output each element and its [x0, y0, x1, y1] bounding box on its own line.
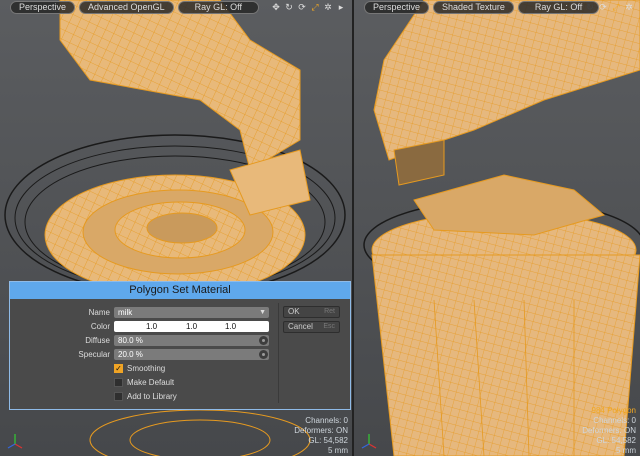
ok-label: OK [288, 307, 300, 316]
color-b-value[interactable]: 1.0 [225, 321, 236, 332]
polygon-set-material-dialog: Polygon Set Material Name milk ▼ Color 1… [9, 281, 351, 410]
right-viewport-stats: 984 Polygon Channels: 0 Deformers: ON GL… [582, 406, 636, 456]
raygl-toggle[interactable]: Ray GL: Off [517, 0, 600, 14]
right-viewport-toolbar: Perspective Shaded Texture Ray GL: Off [354, 0, 640, 14]
right-scene-wireframe[interactable] [354, 0, 640, 456]
deformers-status: Deformers: ON [294, 426, 348, 435]
add-library-label: Add to Library [127, 392, 177, 401]
polygon-count: 984 Polygon [591, 406, 636, 415]
gl-count: GL: 54,582 [596, 436, 636, 445]
eye-icon[interactable] [259, 336, 268, 345]
channels-count: Channels: 0 [305, 416, 348, 425]
axis-gizmo-icon [361, 434, 377, 449]
color-field[interactable]: 1.0 1.0 1.0 [114, 321, 269, 332]
diffuse-field[interactable]: 80.0 % [114, 335, 269, 346]
color-r-value[interactable]: 1.0 [146, 321, 157, 332]
diffuse-value: 80.0 % [118, 336, 143, 345]
specular-field[interactable]: 20.0 % [114, 349, 269, 360]
ok-button[interactable]: OK Ret [283, 306, 340, 318]
name-label: Name [88, 308, 110, 317]
gl-count: GL: 54,582 [308, 436, 348, 445]
specular-label: Specular [78, 350, 110, 359]
specular-value: 20.0 % [118, 350, 143, 359]
cancel-shortcut: Esc [323, 323, 335, 330]
cancel-label: Cancel [288, 322, 313, 331]
chevron-down-icon: ▼ [259, 309, 266, 316]
shading-mode-dropdown[interactable]: Advanced OpenGL [79, 0, 174, 14]
left-viewport-toolbar: Perspective Advanced OpenGL Ray GL: Off [0, 0, 352, 14]
right-viewport[interactable]: Perspective Shaded Texture Ray GL: Off ✥… [354, 0, 640, 456]
smoothing-row: ✓ Smoothing [114, 363, 165, 374]
view-type-dropdown[interactable]: Perspective [10, 0, 76, 14]
axis-gizmo-icon [7, 434, 23, 449]
make-default-checkbox[interactable] [114, 378, 123, 387]
shading-mode-dropdown[interactable]: Shaded Texture [433, 0, 514, 14]
deformers-status: Deformers: ON [582, 426, 636, 435]
dialog-title[interactable]: Polygon Set Material [10, 282, 350, 299]
add-to-library-checkbox[interactable] [114, 392, 123, 401]
color-g-value[interactable]: 1.0 [186, 321, 197, 332]
color-label: Color [90, 322, 110, 331]
name-dropdown[interactable]: milk ▼ [114, 307, 269, 318]
smoothing-checkbox[interactable]: ✓ [114, 364, 123, 373]
grid-scale: 5 mm [328, 446, 348, 455]
channels-count: Channels: 0 [593, 416, 636, 425]
dialog-separator [278, 303, 279, 403]
make-default-label: Make Default [127, 378, 175, 387]
eye-icon[interactable] [259, 350, 268, 359]
grid-scale: 5 mm [616, 446, 636, 455]
make-default-row: Make Default [114, 377, 174, 388]
view-type-dropdown[interactable]: Perspective [364, 0, 430, 14]
name-value: milk [118, 308, 133, 317]
diffuse-label: Diffuse [85, 336, 110, 345]
smoothing-label: Smoothing [127, 364, 166, 373]
left-viewport-stats: Channels: 0 Deformers: ON GL: 54,582 5 m… [294, 416, 348, 456]
add-library-row: Add to Library [114, 391, 177, 402]
raygl-toggle[interactable]: Ray GL: Off [177, 0, 259, 14]
ok-shortcut: Ret [324, 308, 335, 315]
cancel-button[interactable]: Cancel Esc [283, 321, 340, 333]
